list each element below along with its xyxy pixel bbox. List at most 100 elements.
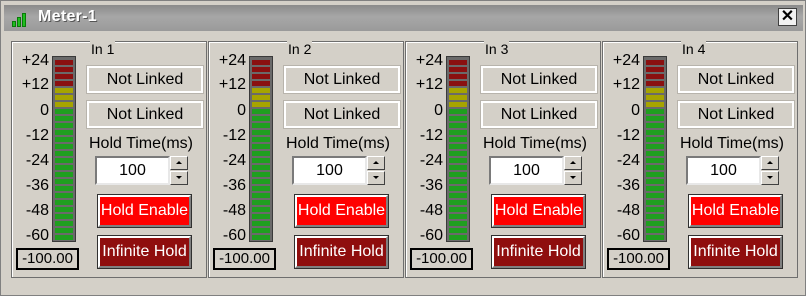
meter-segment (252, 130, 270, 135)
scale-tick: -36 (222, 177, 246, 194)
spin-down-button[interactable] (367, 171, 385, 185)
infinite-hold-button[interactable]: Infinite Hold (294, 235, 389, 269)
meter-segment (449, 186, 467, 191)
link-button-1[interactable]: Not Linked (480, 65, 598, 94)
spin-up-button[interactable] (761, 156, 779, 170)
meter-segment (646, 179, 664, 184)
meter-segment (55, 235, 73, 240)
meter-segment (646, 109, 664, 114)
meter-segment (252, 95, 270, 100)
meter-segment (252, 193, 270, 198)
hold-time-input[interactable]: 100 (686, 156, 761, 185)
meter-segment (646, 193, 664, 198)
meter-segment (55, 165, 73, 170)
level-readout: -100.00 (607, 248, 670, 270)
hold-enable-button[interactable]: Hold Enable (294, 194, 389, 228)
meter-segment (55, 207, 73, 212)
infinite-hold-button[interactable]: Infinite Hold (491, 235, 586, 269)
meter-segment (449, 193, 467, 198)
meter-segment (55, 130, 73, 135)
meter-segment (646, 95, 664, 100)
link-button-2[interactable]: Not Linked (677, 100, 795, 129)
close-button[interactable]: ✕ (778, 8, 797, 26)
link-button-2[interactable]: Not Linked (480, 100, 598, 129)
meter-segment (55, 137, 73, 142)
meter-segment (449, 172, 467, 177)
meter-segment (252, 102, 270, 107)
meter-segment (252, 81, 270, 86)
hold-time-input[interactable]: 100 (95, 156, 170, 185)
meter-segment (646, 116, 664, 121)
meter-segment (55, 81, 73, 86)
spin-up-button[interactable] (367, 156, 385, 170)
scale-tick: -60 (616, 227, 640, 244)
scale-tick: -36 (419, 177, 443, 194)
meter-segment (646, 88, 664, 93)
meter-segment (646, 172, 664, 177)
meter-segment (449, 235, 467, 240)
hold-enable-button[interactable]: Hold Enable (688, 194, 783, 228)
link-button-1[interactable]: Not Linked (283, 65, 401, 94)
channel-panel: In 1 +24 +12 0 -12 -24 -36 -48 -60 -100.… (11, 41, 207, 278)
spin-down-button[interactable] (564, 171, 582, 185)
meter-segment (449, 144, 467, 149)
infinite-hold-button[interactable]: Infinite Hold (97, 235, 192, 269)
spin-down-button[interactable] (761, 171, 779, 185)
title-bar[interactable]: Meter-1 ✕ (4, 5, 803, 31)
hold-time-input[interactable]: 100 (489, 156, 564, 185)
spin-up-button[interactable] (170, 156, 188, 170)
scale-tick: +24 (612, 52, 640, 69)
meter-segment (55, 67, 73, 72)
meter-segment (646, 207, 664, 212)
spin-up-button[interactable] (564, 156, 582, 170)
spin-down-button[interactable] (170, 171, 188, 185)
link-button-1[interactable]: Not Linked (677, 65, 795, 94)
link-button-2[interactable]: Not Linked (283, 100, 401, 129)
hold-enable-button[interactable]: Hold Enable (97, 194, 192, 228)
scale-tick: -60 (419, 227, 443, 244)
meter-segment (449, 123, 467, 128)
meter-segment (55, 102, 73, 107)
link-button-2[interactable]: Not Linked (86, 100, 204, 129)
scale-tick: -24 (25, 152, 49, 169)
scale-tick: -36 (616, 177, 640, 194)
infinite-hold-button[interactable]: Infinite Hold (688, 235, 783, 269)
hold-enable-button[interactable]: Hold Enable (491, 194, 586, 228)
meter-segment (55, 74, 73, 79)
meter-segment (646, 200, 664, 205)
meter-segment (55, 60, 73, 65)
meter-segment (646, 151, 664, 156)
hold-time-label: Hold Time(ms) (89, 135, 194, 152)
meter-segment (55, 200, 73, 205)
meter-segment (646, 130, 664, 135)
scale-tick: -12 (616, 127, 640, 144)
meter-segment (449, 102, 467, 107)
meter-segment (252, 200, 270, 205)
level-meter (52, 56, 76, 242)
scale-tick: -60 (25, 227, 49, 244)
meter-segment (449, 74, 467, 79)
meter-segment (646, 214, 664, 219)
meter-segment (449, 151, 467, 156)
scale-tick: 0 (40, 102, 49, 119)
channel-label: In 1 (90, 41, 116, 57)
meter-segment (646, 144, 664, 149)
link-button-1[interactable]: Not Linked (86, 65, 204, 94)
meter-segment (449, 200, 467, 205)
channel-label: In 4 (681, 41, 707, 57)
scale-tick: -12 (419, 127, 443, 144)
meter-segment (449, 130, 467, 135)
meter-window: Meter-1 ✕ In 1 +24 +12 0 -12 -24 -36 -48… (0, 0, 806, 296)
meter-segment (55, 186, 73, 191)
meter-segment (449, 116, 467, 121)
hold-time-label: Hold Time(ms) (483, 135, 588, 152)
meter-segment (252, 221, 270, 226)
hold-time-input[interactable]: 100 (292, 156, 367, 185)
level-readout: -100.00 (16, 248, 79, 270)
meter-segment (252, 214, 270, 219)
meter-segment (55, 151, 73, 156)
meter-segment (55, 158, 73, 163)
meter-segment (55, 172, 73, 177)
signal-bars-icon (12, 11, 32, 27)
level-readout: -100.00 (410, 248, 473, 270)
